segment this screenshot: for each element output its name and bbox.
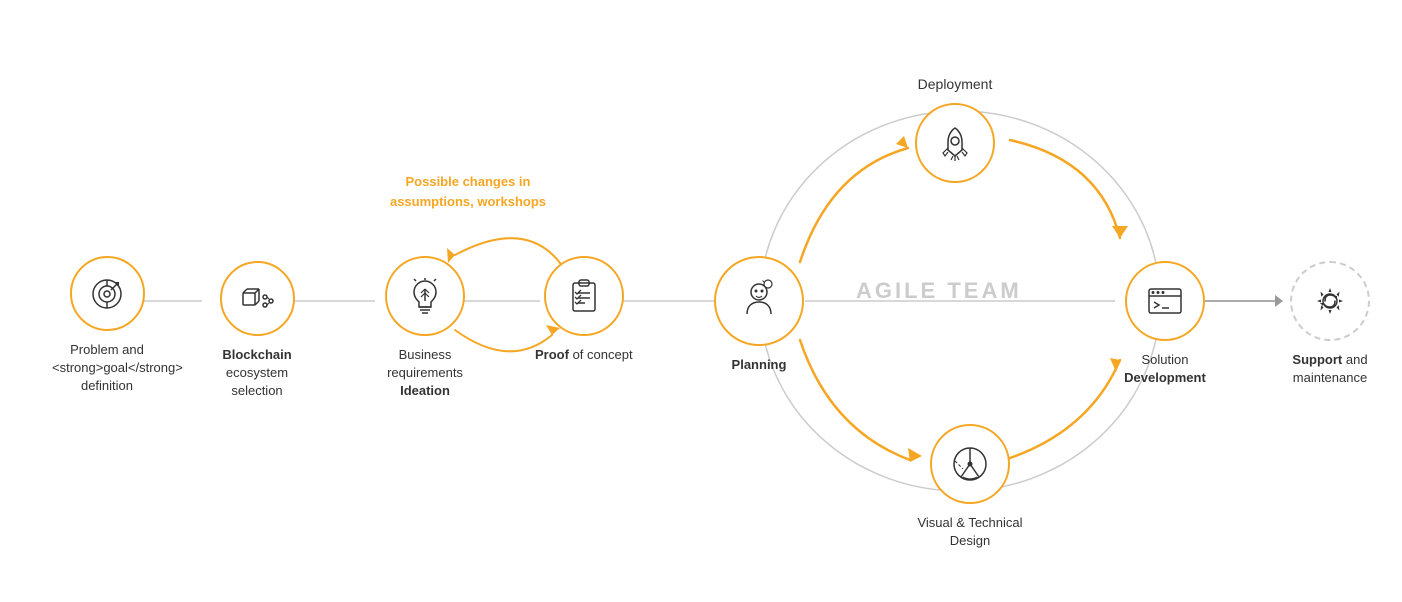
changes-text: Possible changes inassumptions, workshop… <box>358 172 578 211</box>
planning-label: Planning <box>732 356 787 374</box>
gear-refresh-icon <box>1307 278 1353 324</box>
node-support: Support and maintenance <box>1275 261 1385 387</box>
circle-proof <box>544 256 624 336</box>
diagram-container: Problem and <strong>goal</strong> defini… <box>0 0 1402 602</box>
visual-label: Visual & Technical Design <box>915 514 1025 550</box>
circle-solution <box>1125 261 1205 341</box>
circle-support <box>1290 261 1370 341</box>
proof-label: Proof of concept <box>535 346 633 364</box>
circle-problem <box>70 256 145 331</box>
node-deployment: Deployment <box>915 75 995 183</box>
deployment-top-label: Deployment <box>918 75 993 95</box>
clipboard-icon <box>561 273 607 319</box>
circle-visual <box>930 424 1010 504</box>
circle-ideation <box>385 256 465 336</box>
node-planning: Planning <box>714 256 804 374</box>
rocket-icon <box>932 120 978 166</box>
support-label: Support and maintenance <box>1275 351 1385 387</box>
node-ideation: Business requirements Ideation <box>370 256 480 401</box>
node-problem: Problem and <strong>goal</strong> defini… <box>52 256 162 396</box>
blockchain-icon <box>235 277 279 321</box>
planning-icon <box>734 276 784 326</box>
bulb-icon <box>402 273 448 319</box>
node-visual: Visual & Technical Design <box>915 424 1025 550</box>
agile-team-label: AGILE TEAM <box>856 278 1022 304</box>
circle-deployment <box>915 103 995 183</box>
terminal-icon <box>1142 278 1188 324</box>
solution-label: Solution Development <box>1110 351 1220 387</box>
blockchain-label: Blockchain ecosystem selection <box>202 346 312 401</box>
problem-label: Problem and <strong>goal</strong> defini… <box>52 341 162 396</box>
compass-icon <box>947 441 993 487</box>
circle-planning <box>714 256 804 346</box>
node-proof: Proof of concept <box>535 256 633 364</box>
node-blockchain: Blockchain ecosystem selection <box>202 261 312 401</box>
node-solution: Solution Development <box>1110 261 1220 387</box>
target-icon <box>85 272 129 316</box>
ideation-label: Business requirements Ideation <box>370 346 480 401</box>
circle-blockchain <box>220 261 295 336</box>
